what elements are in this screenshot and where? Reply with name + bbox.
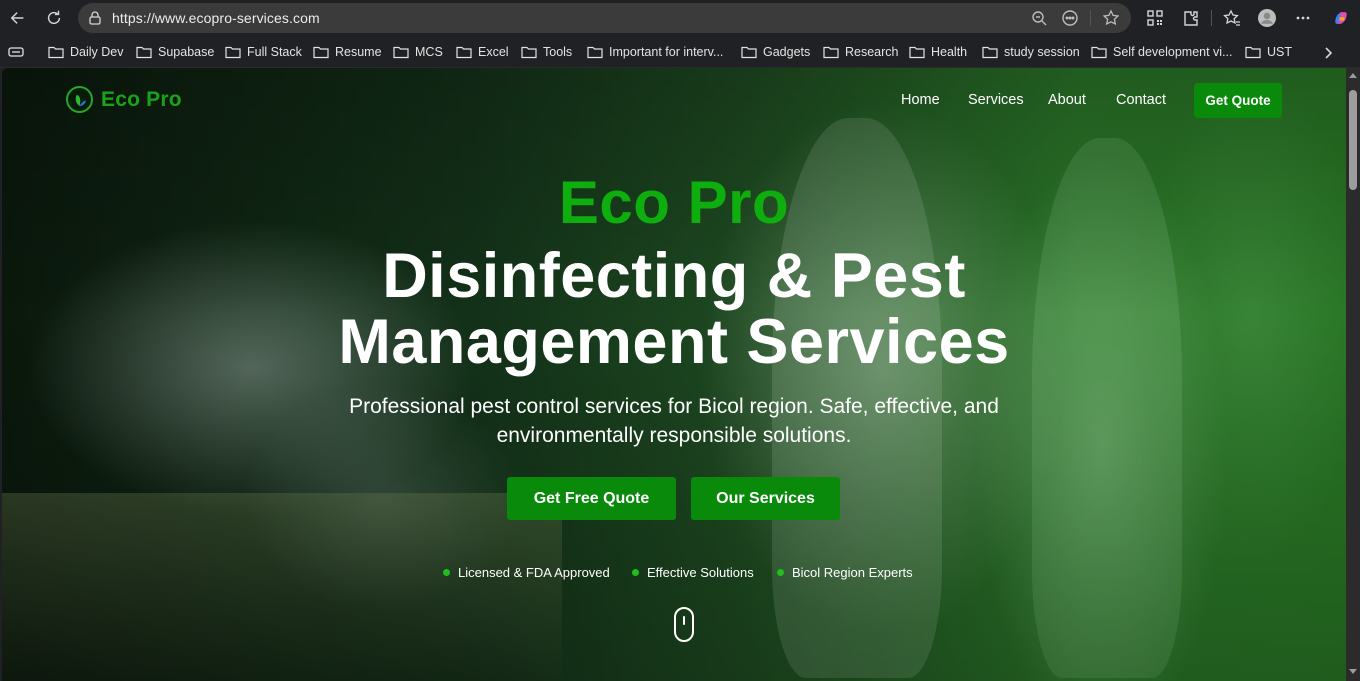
nav-about[interactable]: About xyxy=(1048,92,1086,108)
bookmark-excel[interactable]: Excel xyxy=(456,43,509,61)
our-services-button[interactable]: Our Services xyxy=(691,477,840,520)
site-logo[interactable]: Eco Pro xyxy=(66,86,182,113)
get-free-quote-button[interactable]: Get Free Quote xyxy=(507,477,676,520)
scrollbar-thumb[interactable] xyxy=(1349,90,1357,190)
copilot-icon[interactable] xyxy=(1328,6,1354,30)
bookmark-label: Gadgets xyxy=(763,45,811,59)
qr-code-icon[interactable] xyxy=(1142,6,1168,30)
folder-icon xyxy=(823,46,839,59)
bookmark-label: Full Stack xyxy=(247,45,302,59)
bookmark-full-stack[interactable]: Full Stack xyxy=(225,43,302,61)
lock-icon xyxy=(89,11,101,25)
folder-icon xyxy=(741,46,757,59)
hero-title: Disinfecting & Pest Management Services xyxy=(2,243,1346,375)
bookmark-tools[interactable]: Tools xyxy=(521,43,572,61)
folder-icon xyxy=(48,46,64,59)
bookmark-health[interactable]: Health xyxy=(909,43,967,61)
leaf-logo-icon xyxy=(66,86,93,113)
badge-label: Bicol Region Experts xyxy=(792,565,913,580)
folder-icon xyxy=(456,46,472,59)
bookmark-label: Resume xyxy=(335,45,382,59)
badge-label: Licensed & FDA Approved xyxy=(458,565,610,580)
bookmark-label: Research xyxy=(845,45,899,59)
get-quote-button[interactable]: Get Quote xyxy=(1194,83,1282,118)
badge-label: Effective Solutions xyxy=(647,565,754,580)
refresh-icon[interactable] xyxy=(41,6,67,30)
address-bar[interactable]: https://www.ecopro-services.com xyxy=(78,3,1131,33)
hero-brand: Eco Pro xyxy=(558,169,790,236)
folder-icon xyxy=(521,46,537,59)
chevron-right-icon[interactable] xyxy=(1320,45,1336,61)
bullet-dot-icon xyxy=(777,569,784,576)
url-text: https://www.ecopro-services.com xyxy=(112,10,320,26)
favorites-icon[interactable] xyxy=(1219,6,1245,30)
mouse-wheel xyxy=(683,616,685,625)
page-viewport: Eco Pro Home Services About Contact Get … xyxy=(2,68,1346,681)
nav-services[interactable]: Services xyxy=(968,92,1024,108)
more-menu-icon[interactable] xyxy=(1290,6,1316,30)
bookmark-self-development[interactable]: Self development vi... xyxy=(1091,43,1233,61)
bookmark-label: Health xyxy=(931,45,968,59)
bookmarks-bar: Daily Dev Supabase Full Stack Resume MCS… xyxy=(0,36,1360,68)
bookmark-ust[interactable]: UST xyxy=(1245,43,1292,61)
folder-icon xyxy=(1245,46,1261,59)
bookmark-label: MCS xyxy=(415,45,443,59)
bookmark-study-session[interactable]: study session xyxy=(982,43,1080,61)
folder-icon xyxy=(1091,46,1107,59)
extensions-icon[interactable] xyxy=(1178,6,1204,30)
hero-title-line-2: Management Services xyxy=(338,307,1010,377)
folder-icon xyxy=(313,46,329,59)
bookmark-label: Self development vi... xyxy=(1113,45,1233,59)
logo-text: Eco Pro xyxy=(101,87,182,111)
bookmark-resume[interactable]: Resume xyxy=(313,43,382,61)
bullet-dot-icon xyxy=(443,569,450,576)
folder-icon xyxy=(136,46,152,59)
nav-contact[interactable]: Contact xyxy=(1116,92,1166,108)
bookmark-supabase[interactable]: Supabase xyxy=(136,43,214,61)
badge-bicol: Bicol Region Experts xyxy=(777,565,913,580)
bookmark-label: Supabase xyxy=(158,45,215,59)
more-page-icon[interactable] xyxy=(1061,9,1079,27)
bookmark-label: Tools xyxy=(543,45,573,59)
bookmark-label: study session xyxy=(1004,45,1080,59)
scroll-up-arrow-icon[interactable] xyxy=(1349,73,1357,78)
profile-avatar[interactable] xyxy=(1254,6,1280,30)
hero-title-line-1: Disinfecting & Pest xyxy=(382,241,966,311)
bullet-dot-icon xyxy=(632,569,639,576)
favorite-star-icon[interactable] xyxy=(1102,9,1120,27)
back-icon[interactable] xyxy=(5,6,31,30)
bookmark-important-for-interview[interactable]: Important for interv... xyxy=(587,43,723,61)
folder-icon xyxy=(393,46,409,59)
badge-effective: Effective Solutions xyxy=(632,565,754,580)
badge-licensed: Licensed & FDA Approved xyxy=(443,565,610,580)
bookmark-label: Excel xyxy=(478,45,509,59)
folder-icon xyxy=(982,46,998,59)
toolbar-divider xyxy=(1211,10,1212,26)
bookmark-daily-dev[interactable]: Daily Dev xyxy=(48,43,124,61)
bookmark-label: UST xyxy=(1267,45,1292,59)
collections-icon[interactable] xyxy=(8,43,24,61)
address-divider xyxy=(1090,10,1091,26)
page-scrollbar[interactable] xyxy=(1346,68,1360,681)
scroll-down-arrow-icon[interactable] xyxy=(1349,669,1357,674)
bookmark-research[interactable]: Research xyxy=(823,43,899,61)
bookmark-mcs[interactable]: MCS xyxy=(393,43,443,61)
folder-icon xyxy=(225,46,241,59)
nav-home[interactable]: Home xyxy=(901,92,940,108)
bookmark-label: Daily Dev xyxy=(70,45,124,59)
scroll-down-mouse-icon[interactable] xyxy=(674,607,694,642)
bookmark-gadgets[interactable]: Gadgets xyxy=(741,43,810,61)
folder-icon xyxy=(587,46,603,59)
bookmark-label: Important for interv... xyxy=(609,45,724,59)
folder-icon xyxy=(909,46,925,59)
zoom-icon[interactable] xyxy=(1030,9,1048,27)
browser-toolbar: https://www.ecopro-services.com xyxy=(0,0,1360,36)
hero-subtitle: Professional pest control services for B… xyxy=(349,395,999,447)
